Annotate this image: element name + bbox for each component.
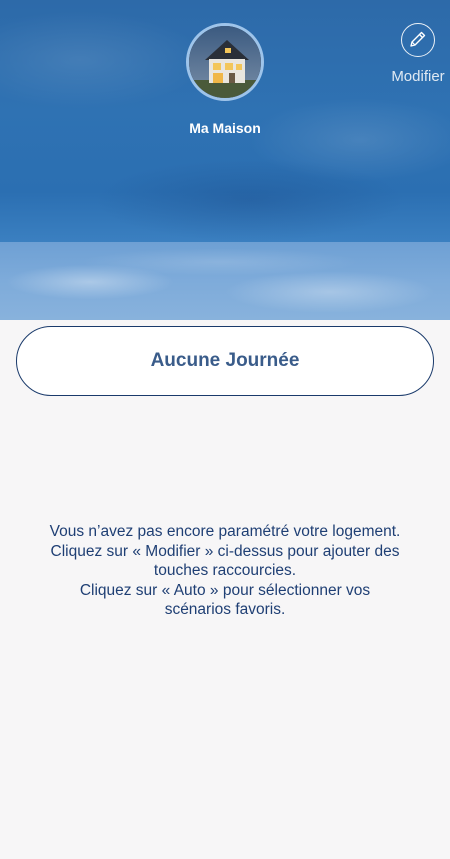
message-line: touches raccourcies. [153,562,297,579]
edit-circle [401,23,435,57]
setup-message: Vous n’avez pas encore paramétré votre l… [10,522,440,620]
message-line: Vous n’avez pas encore paramétré votre l… [49,523,401,540]
edit-button[interactable]: Modifier [386,20,450,90]
no-day-label: Aucune Journée [150,350,300,371]
edit-label: Modifier [391,68,445,85]
no-day-button[interactable]: Aucune Journée [16,326,434,396]
message-line: Cliquez sur « Modifier » ci-dessus pour … [50,542,400,560]
message-line: scénarios favoris. [164,601,286,618]
pencil-icon [410,31,426,47]
home-name: Ma Maison [189,120,261,136]
sky-lower-band [0,242,450,320]
house-photo-icon [189,26,261,98]
home-avatar[interactable] [186,23,264,101]
message-line: Cliquez sur « Auto » pour sélectionner v… [79,581,371,599]
